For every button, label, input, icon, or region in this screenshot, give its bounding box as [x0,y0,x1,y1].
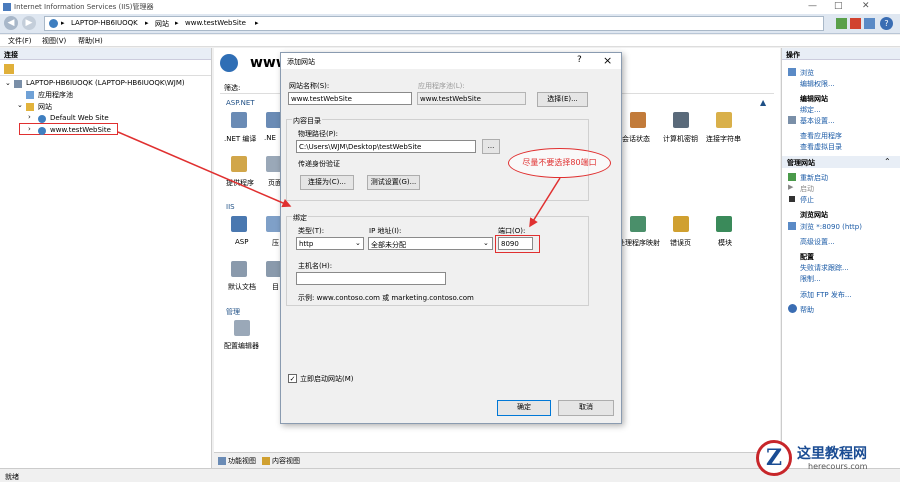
watermark-logo: Z [756,440,792,476]
annotation-arrows [117,131,561,228]
watermark-sub: herecours.com [808,462,868,471]
watermark-text: 这里教程网 [797,446,867,462]
arrow-to-port [529,177,561,228]
arrow-to-dialog [117,131,292,208]
